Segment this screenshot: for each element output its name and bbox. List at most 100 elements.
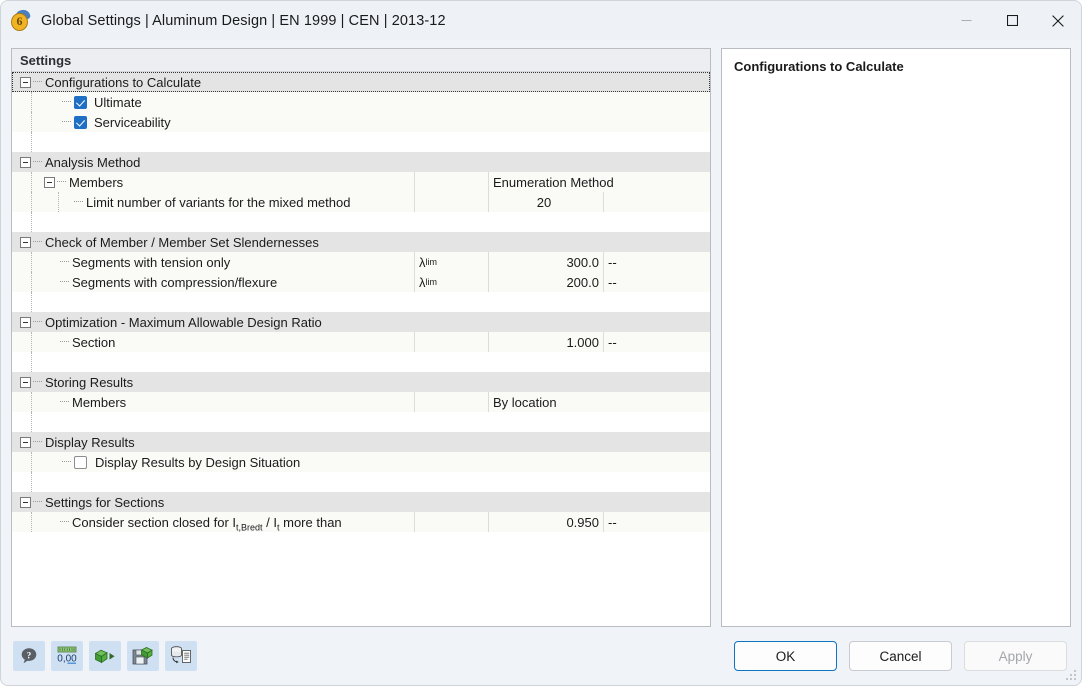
- window-title: Global Settings | Aluminum Design | EN 1…: [41, 12, 446, 29]
- group-header-configurations[interactable]: Configurations to Calculate: [12, 72, 710, 92]
- settings-tree[interactable]: Configurations to Calculate Ultimate Ser…: [12, 72, 710, 626]
- settings-panel-header: Settings: [12, 49, 710, 72]
- rfem6-icon: 6: [10, 8, 32, 32]
- row-limit-variants[interactable]: Limit number of variants for the mixed m…: [12, 192, 710, 212]
- row-value[interactable]: By location: [489, 392, 710, 412]
- dialog-body: Settings Configurations to Calculate Ult…: [1, 40, 1081, 627]
- group-header-analysis-method[interactable]: Analysis Method: [12, 152, 710, 172]
- row-value[interactable]: Enumeration Method: [489, 172, 710, 192]
- row-value[interactable]: 20: [489, 192, 604, 212]
- tree-guide: [74, 201, 83, 203]
- tree-guide: [60, 401, 69, 403]
- row-symbol: [415, 172, 489, 192]
- tree-guide: [60, 261, 69, 263]
- group-title: Display Results: [45, 434, 135, 450]
- tree-guide: [57, 181, 66, 183]
- footer-toolbar: ? 0,00: [13, 641, 197, 671]
- checkbox-display-by-design-situation[interactable]: [74, 455, 87, 469]
- settings-panel: Settings Configurations to Calculate Ult…: [11, 48, 711, 627]
- minimize-icon[interactable]: [943, 1, 989, 40]
- group-title: Storing Results: [45, 374, 134, 390]
- save-icon[interactable]: [127, 641, 159, 671]
- group-title: Optimization - Maximum Allowable Design …: [45, 314, 322, 330]
- collapse-icon[interactable]: [20, 376, 31, 388]
- group-header-storing-results[interactable]: Storing Results: [12, 372, 710, 392]
- group-header-settings-for-sections[interactable]: Settings for Sections: [12, 492, 710, 512]
- group-header-slendernesses[interactable]: Check of Member / Member Set Slenderness…: [12, 232, 710, 252]
- resize-grip[interactable]: [1065, 670, 1077, 682]
- spacer-row: [12, 132, 710, 152]
- tree-guide: [33, 501, 42, 503]
- tree-guide: [60, 281, 69, 283]
- row-storing-members[interactable]: Members By location: [12, 392, 710, 412]
- close-icon[interactable]: [1035, 1, 1081, 40]
- row-serviceability[interactable]: Serviceability: [12, 112, 710, 132]
- tree-guide: [60, 341, 69, 343]
- spacer-row: [12, 352, 710, 372]
- row-symbol: [415, 332, 489, 352]
- spacer-row: [12, 292, 710, 312]
- collapse-icon[interactable]: [20, 156, 31, 168]
- collapse-icon[interactable]: [20, 236, 31, 248]
- window-controls: [943, 1, 1081, 40]
- row-section-ratio[interactable]: Section 1.000 --: [12, 332, 710, 352]
- row-label: Limit number of variants for the mixed m…: [86, 194, 351, 210]
- tree-guide: [33, 441, 42, 443]
- ok-button[interactable]: OK: [734, 641, 837, 671]
- row-unit: [604, 192, 710, 212]
- tree-guide: [33, 241, 42, 243]
- row-label: Members: [69, 174, 124, 190]
- collapse-icon[interactable]: [20, 316, 31, 328]
- global-settings-dialog: 6 Global Settings | Aluminum Design | EN…: [0, 0, 1082, 686]
- row-unit: --: [608, 514, 617, 530]
- row-value[interactable]: 0.950: [489, 512, 604, 532]
- database-export-icon[interactable]: [165, 641, 197, 671]
- spacer-row: [12, 412, 710, 432]
- row-label: Section: [72, 334, 116, 350]
- row-unit: --: [608, 254, 617, 270]
- row-label: Segments with tension only: [72, 254, 231, 270]
- row-label: Segments with compression/flexure: [72, 274, 278, 290]
- collapse-icon[interactable]: [20, 496, 31, 508]
- row-display-by-design-situation[interactable]: Display Results by Design Situation: [12, 452, 710, 472]
- checkbox-serviceability[interactable]: [74, 115, 87, 129]
- apply-button[interactable]: Apply: [964, 641, 1067, 671]
- row-symbol: λ lim: [415, 252, 489, 272]
- cancel-button[interactable]: Cancel: [849, 641, 952, 671]
- group-header-display-results[interactable]: Display Results: [12, 432, 710, 452]
- tree-guide: [60, 521, 69, 523]
- collapse-icon[interactable]: [44, 176, 55, 188]
- tree-guide: [33, 381, 42, 383]
- row-value[interactable]: 300.0: [489, 252, 604, 272]
- collapse-icon[interactable]: [20, 436, 31, 448]
- row-label: Display Results by Design Situation: [95, 454, 301, 470]
- footer-actions: OK Cancel Apply: [734, 641, 1067, 671]
- checkbox-ultimate[interactable]: [74, 95, 87, 109]
- help-icon[interactable]: ?: [13, 641, 45, 671]
- row-value[interactable]: 200.0: [489, 272, 604, 292]
- spacer-row: [12, 212, 710, 232]
- svg-text:?: ?: [27, 650, 32, 660]
- group-title: Check of Member / Member Set Slenderness…: [45, 234, 319, 250]
- row-members-analysis[interactable]: Members Enumeration Method: [12, 172, 710, 192]
- collapse-icon[interactable]: [20, 76, 31, 88]
- row-value[interactable]: 1.000: [489, 332, 604, 352]
- maximize-icon[interactable]: [989, 1, 1035, 40]
- row-label: Ultimate: [94, 94, 142, 110]
- group-header-optimization[interactable]: Optimization - Maximum Allowable Design …: [12, 312, 710, 332]
- tree-guide: [33, 161, 42, 163]
- row-label: Serviceability: [94, 114, 171, 130]
- group-title: Analysis Method: [45, 154, 141, 170]
- row-ultimate[interactable]: Ultimate: [12, 92, 710, 112]
- row-tension-only[interactable]: Segments with tension only λ lim 300.0 --: [12, 252, 710, 272]
- tree-guide: [62, 121, 71, 123]
- dialog-footer: ? 0,00 OK Cancel Apply: [1, 627, 1081, 685]
- row-label: Consider section closed for It,Bredt / I…: [72, 514, 342, 532]
- title-bar: 6 Global Settings | Aluminum Design | EN…: [1, 1, 1081, 40]
- row-compression-flexure[interactable]: Segments with compression/flexure λ lim 2…: [12, 272, 710, 292]
- tree-guide: [62, 101, 71, 103]
- number-format-icon[interactable]: 0,00: [51, 641, 83, 671]
- spacer-row: [12, 532, 710, 555]
- row-consider-section-closed[interactable]: Consider section closed for It,Bredt / I…: [12, 512, 710, 532]
- import-icon[interactable]: [89, 641, 121, 671]
